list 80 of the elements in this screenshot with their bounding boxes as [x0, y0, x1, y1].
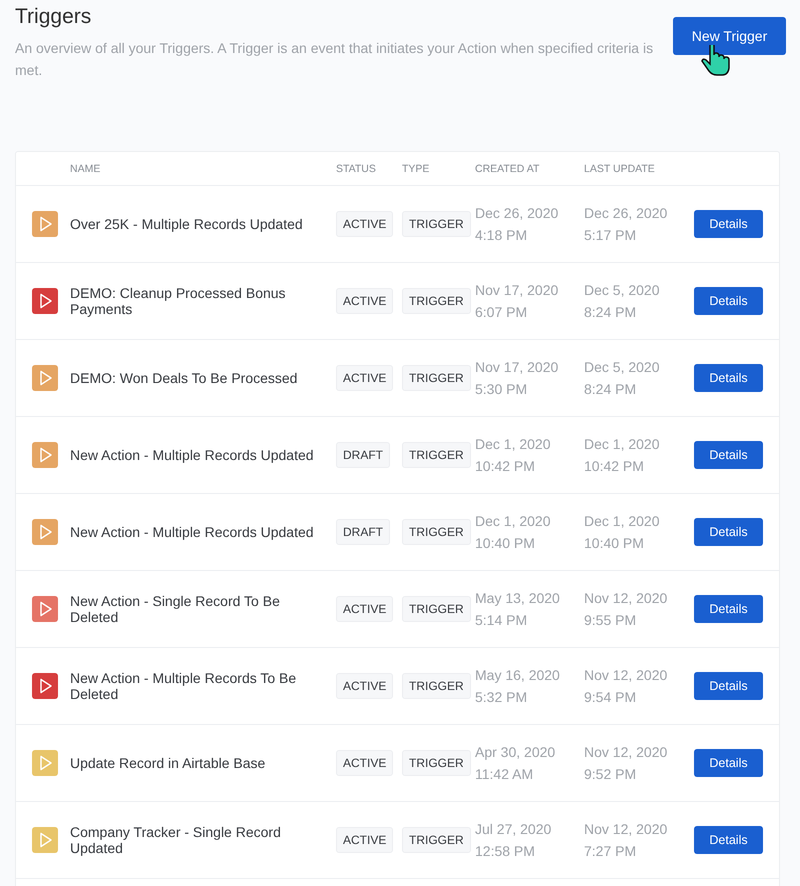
- created-date: May 13, 2020: [475, 589, 561, 608]
- type-tag: TRIGGER: [402, 827, 471, 853]
- created-date: Jul 27, 2020: [475, 820, 552, 839]
- created-date: Nov 17, 2020: [475, 358, 560, 377]
- status-tag: DRAFT: [336, 442, 390, 468]
- status-tag: DRAFT: [336, 519, 390, 545]
- created-time: 10:42 PM: [475, 457, 536, 476]
- status-tag: ACTIVE: [336, 827, 394, 853]
- type-tag: TRIGGER: [402, 673, 471, 699]
- created-date: Nov 17, 2020: [475, 281, 560, 300]
- updated-date: Dec 5, 2020: [584, 358, 660, 377]
- status-tag: ACTIVE: [336, 596, 394, 622]
- updated-date: Nov 12, 2020: [584, 666, 668, 685]
- updated-date: Dec 26, 2020: [584, 204, 668, 223]
- updated-date: Nov 12, 2020: [584, 743, 668, 762]
- type-tag: TRIGGER: [402, 365, 471, 391]
- updated-time: 5:17 PM: [584, 226, 638, 245]
- updated-time: 8:24 PM: [584, 380, 638, 399]
- details-button[interactable]: Details: [694, 287, 763, 315]
- type-tag: TRIGGER: [402, 211, 471, 237]
- details-button[interactable]: Details: [694, 672, 763, 700]
- created-date: Dec 1, 2020: [475, 435, 552, 454]
- created-time: 12:58 PM: [475, 842, 536, 861]
- column-header: STATUS: [336, 162, 377, 174]
- column-header: LAST UPDATE: [584, 162, 656, 174]
- column-header: CREATED AT: [475, 162, 540, 174]
- status-tag: ACTIVE: [336, 750, 394, 776]
- details-button[interactable]: Details: [694, 518, 763, 546]
- type-tag: TRIGGER: [402, 288, 471, 314]
- trigger-name: DEMO: Won Deals To Be Processed: [70, 370, 298, 386]
- details-button[interactable]: Details: [694, 210, 763, 238]
- created-date: Dec 26, 2020: [475, 204, 560, 223]
- trigger-name: New Action - Single Record To Be Deleted: [70, 593, 281, 625]
- type-tag: TRIGGER: [402, 596, 471, 622]
- trigger-name: Update Record in Airtable Base: [70, 755, 266, 771]
- trigger-name: New Action - Multiple Records To Be Deleted: [70, 670, 298, 702]
- type-tag: TRIGGER: [402, 519, 471, 545]
- column-header: TYPE: [402, 162, 430, 174]
- updated-time: 9:55 PM: [584, 611, 638, 630]
- status-tag: ACTIVE: [336, 211, 394, 237]
- updated-time: 9:52 PM: [584, 765, 638, 784]
- created-time: 5:14 PM: [475, 611, 528, 630]
- details-button[interactable]: Details: [694, 441, 763, 469]
- updated-time: 10:42 PM: [584, 457, 645, 476]
- page-title: Triggers: [15, 5, 92, 29]
- created-time: 5:32 PM: [475, 688, 528, 707]
- status-tag: ACTIVE: [336, 288, 394, 314]
- trigger-name: Company Tracker - Single Record Updated: [70, 824, 282, 856]
- page-description: An overview of all your Triggers. A Trigger is an event that initiates your Action when specified criteria is met.: [15, 39, 654, 80]
- created-date: May 16, 2020: [475, 666, 561, 685]
- status-tag: ACTIVE: [336, 673, 394, 699]
- created-date: Apr 30, 2020: [475, 743, 556, 762]
- created-time: 11:42 AM: [475, 765, 534, 784]
- updated-date: Nov 12, 2020: [584, 820, 668, 839]
- details-button[interactable]: Details: [694, 826, 763, 854]
- details-button[interactable]: Details: [694, 595, 763, 623]
- details-button[interactable]: Details: [694, 749, 763, 777]
- updated-date: Dec 1, 2020: [584, 435, 660, 454]
- column-header: NAME: [70, 162, 102, 174]
- trigger-name: New Action - Multiple Records Updated: [70, 524, 315, 540]
- updated-time: 7:27 PM: [584, 842, 638, 861]
- created-time: 4:18 PM: [475, 226, 528, 245]
- status-tag: ACTIVE: [336, 365, 394, 391]
- updated-time: 10:40 PM: [584, 534, 645, 553]
- trigger-name: New Action - Multiple Records Updated: [70, 447, 315, 463]
- updated-time: 8:24 PM: [584, 303, 638, 322]
- updated-time: 9:54 PM: [584, 688, 638, 707]
- updated-date: Nov 12, 2020: [584, 589, 668, 608]
- created-date: Dec 1, 2020: [475, 512, 552, 531]
- created-time: 5:30 PM: [475, 380, 528, 399]
- details-button[interactable]: Details: [694, 364, 763, 392]
- type-tag: TRIGGER: [402, 442, 471, 468]
- updated-date: Dec 1, 2020: [584, 512, 660, 531]
- trigger-name: DEMO: Cleanup Processed Bonus Payments: [70, 285, 287, 317]
- updated-date: Dec 5, 2020: [584, 281, 660, 300]
- type-tag: TRIGGER: [402, 750, 471, 776]
- created-time: 6:07 PM: [475, 303, 528, 322]
- trigger-name: Over 25K - Multiple Records Updated: [70, 216, 304, 232]
- created-time: 10:40 PM: [475, 534, 536, 553]
- new-trigger-button[interactable]: New Trigger: [673, 17, 786, 55]
